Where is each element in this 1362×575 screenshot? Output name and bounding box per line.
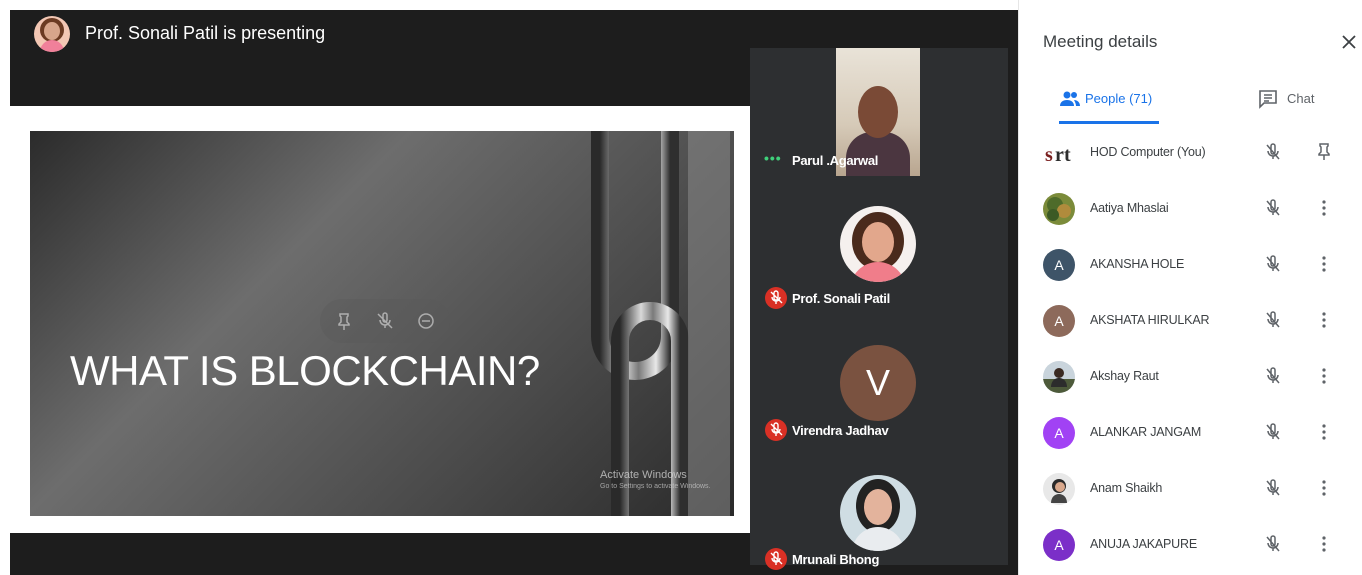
close-icon[interactable]	[1339, 32, 1359, 52]
participant-tile[interactable]: ••• Parul .Agarwal	[750, 48, 1008, 176]
mic-off-icon[interactable]	[1262, 309, 1284, 331]
slide-title: WHAT IS BLOCKCHAIN?	[70, 347, 540, 394]
avatar: V	[840, 345, 916, 421]
mic-off-icon[interactable]	[1262, 253, 1284, 275]
participant-name: Aatiya Mhaslai	[1090, 201, 1169, 215]
people-list: srt HOD Computer (You) Aatiya Mhaslai A …	[1019, 125, 1362, 575]
people-icon	[1060, 91, 1080, 106]
more-options-icon[interactable]	[1313, 533, 1335, 555]
participant-name: AKSHATA HIRULKAR	[1090, 313, 1210, 327]
avatar	[840, 206, 916, 282]
mic-off-icon	[765, 419, 787, 441]
slide: WHAT IS BLOCKCHAIN? Activate Windows Go …	[30, 131, 734, 516]
mic-off-icon[interactable]	[1262, 197, 1284, 219]
avatar	[1043, 473, 1075, 505]
mic-off-icon	[765, 287, 787, 309]
speaking-dots-icon: •••	[764, 150, 782, 166]
participant-name: ALANKAR JANGAM	[1090, 425, 1202, 439]
svg-text:r: r	[1055, 144, 1064, 166]
pin-icon[interactable]	[334, 311, 354, 331]
presenting-label: Prof. Sonali Patil is presenting	[85, 23, 326, 43]
remove-icon[interactable]	[416, 311, 436, 331]
more-options-icon[interactable]	[1313, 253, 1335, 275]
avatar	[1043, 361, 1075, 393]
participant-name: ANUJA JAKAPURE	[1090, 537, 1197, 551]
tab-people-label: People (71)	[1085, 91, 1153, 106]
list-item[interactable]: A ANUJA JAKAPURE	[1019, 517, 1362, 573]
avatar	[1043, 193, 1075, 225]
avatar	[840, 475, 916, 551]
mic-off-icon[interactable]	[375, 311, 395, 331]
participant-strip: ••• Parul .Agarwal Prof. Sonali Patil V …	[750, 48, 1008, 570]
activate-windows-watermark: Activate Windows	[600, 469, 687, 481]
svg-text:s: s	[1045, 144, 1053, 166]
avatar: A	[1043, 305, 1075, 337]
svg-text:t: t	[1064, 144, 1071, 166]
more-options-icon[interactable]	[1313, 197, 1335, 219]
participant-name: Akshay Raut	[1090, 369, 1159, 383]
panel-title: Meeting details	[1043, 32, 1158, 51]
list-item[interactable]: A AKSHATA HIRULKAR	[1019, 293, 1362, 349]
activate-windows-subtext: Go to Settings to activate Windows.	[600, 483, 711, 490]
mic-off-icon[interactable]	[1262, 365, 1284, 387]
mic-off-icon[interactable]	[1262, 477, 1284, 499]
meeting-details-panel: Meeting details People (71) Chat srt HOD…	[1018, 0, 1362, 575]
list-item[interactable]: A AKANSHA HOLE	[1019, 237, 1362, 293]
more-options-icon[interactable]	[1313, 309, 1335, 331]
mic-off-icon[interactable]	[1262, 533, 1284, 555]
tab-chat-label: Chat	[1287, 91, 1315, 106]
mic-off-icon[interactable]	[1262, 421, 1284, 443]
more-options-icon[interactable]	[1313, 365, 1335, 387]
participant-tile[interactable]: Prof. Sonali Patil	[750, 198, 1008, 326]
mic-off-icon[interactable]	[1262, 141, 1284, 163]
more-options-icon[interactable]	[1313, 421, 1335, 443]
avatar: A	[1043, 417, 1075, 449]
participant-name: Mrunali Bhong	[792, 552, 880, 567]
tab-chat[interactable]: Chat	[1257, 82, 1337, 124]
shared-screen: WHAT IS BLOCKCHAIN? Activate Windows Go …	[10, 106, 760, 533]
list-item[interactable]: A ALANKAR JANGAM	[1019, 405, 1362, 461]
avatar: A	[1043, 249, 1075, 281]
participant-name: HOD Computer (You)	[1090, 145, 1206, 159]
participant-tile[interactable]: V Virendra Jadhav	[750, 330, 1008, 458]
list-item[interactable]: Anam Shaikh	[1019, 461, 1362, 517]
tab-people[interactable]: People (71)	[1059, 82, 1159, 124]
tile-hover-controls[interactable]	[320, 299, 450, 343]
mic-off-icon	[765, 548, 787, 570]
participant-name: AKANSHA HOLE	[1090, 257, 1185, 271]
participant-name: Virendra Jadhav	[792, 423, 889, 438]
chain-image	[591, 131, 730, 516]
avatar: A	[1043, 529, 1075, 561]
chat-icon	[1259, 90, 1277, 109]
list-item[interactable]: Akshay Raut	[1019, 349, 1362, 405]
presenter-avatar	[34, 16, 70, 52]
pin-icon[interactable]	[1313, 141, 1335, 163]
list-item[interactable]: srt HOD Computer (You)	[1019, 125, 1362, 181]
participant-name: Anam Shaikh	[1090, 481, 1163, 495]
more-options-icon[interactable]	[1313, 477, 1335, 499]
stage-bottom-bar	[10, 533, 760, 575]
participant-name: Prof. Sonali Patil	[792, 291, 890, 306]
meet-window: Prof. Sonali Patil is presenting WHAT IS…	[0, 0, 1362, 575]
participant-tile[interactable]: Mrunali Bhong	[750, 460, 1008, 575]
avatar: srt	[1043, 137, 1075, 169]
list-item[interactable]: Aatiya Mhaslai	[1019, 181, 1362, 237]
participant-name: Parul .Agarwal	[792, 153, 879, 168]
